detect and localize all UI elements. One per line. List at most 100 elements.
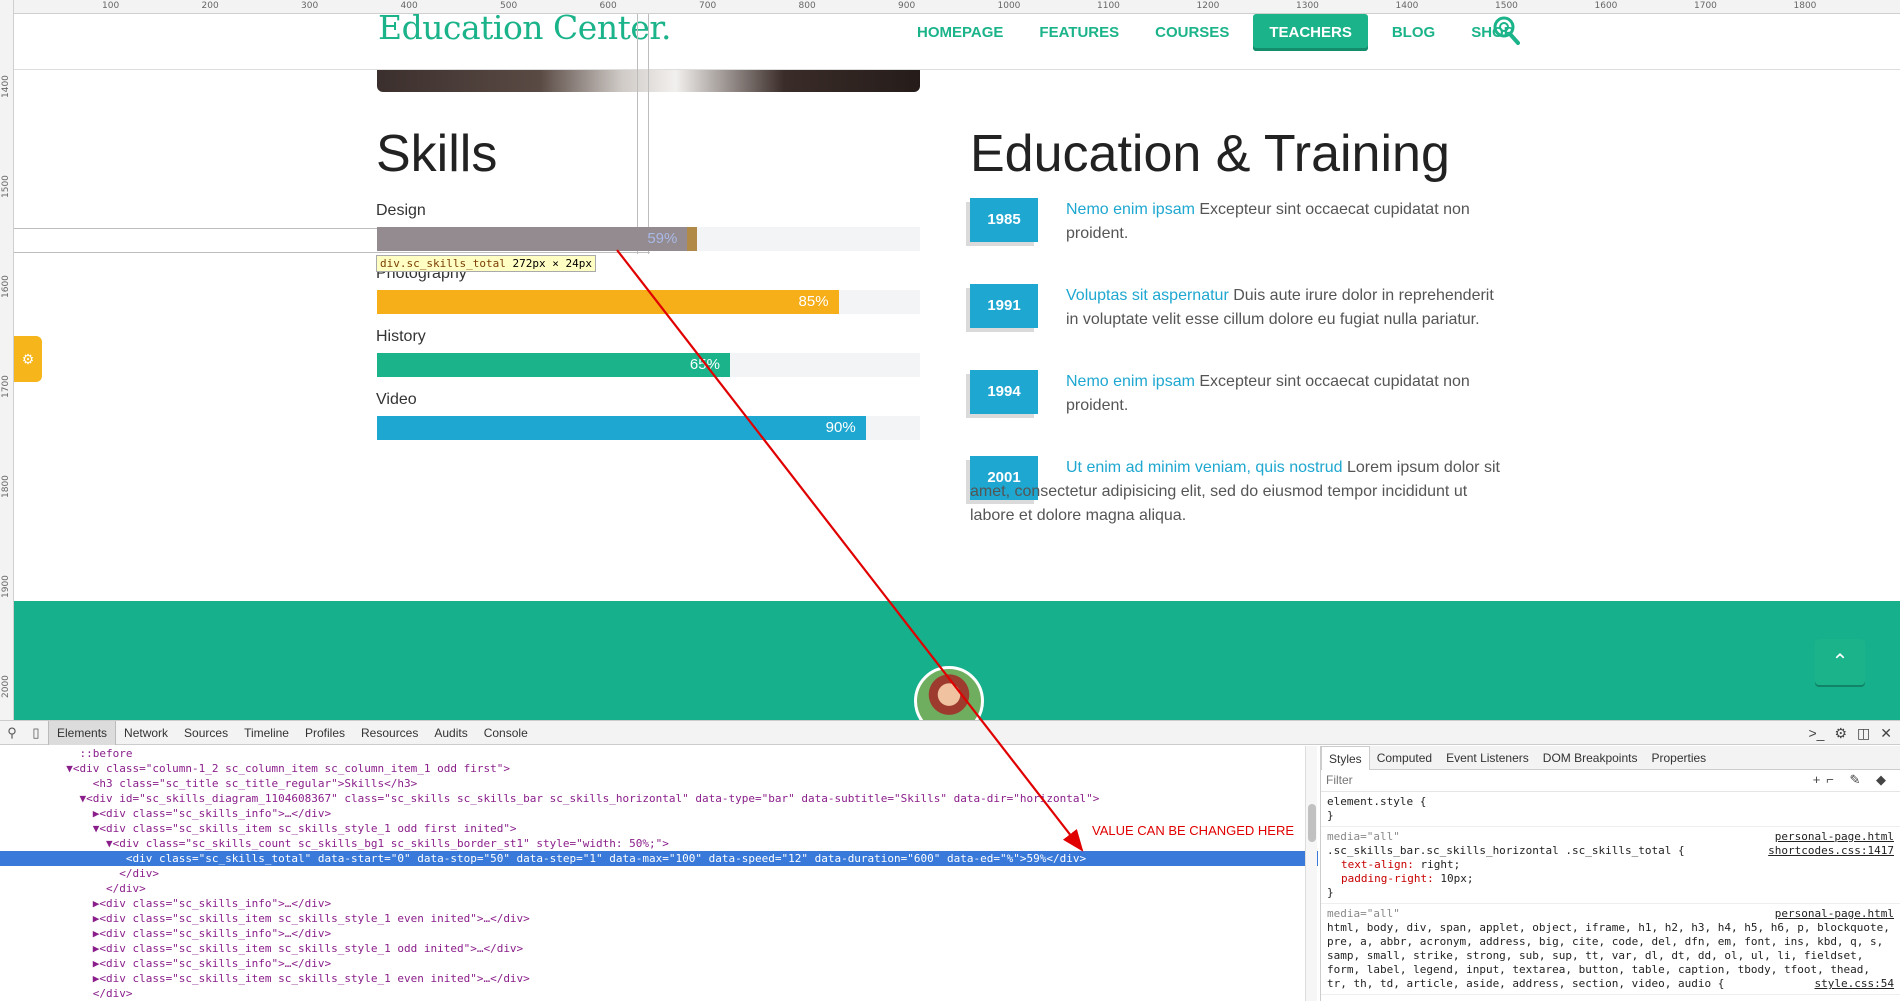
education-item: 1991 Voluptas sit aspernatur Duis aute ir… <box>970 284 1510 364</box>
styles-tab-dom-breakpoints[interactable]: DOM Breakpoints <box>1536 746 1645 770</box>
ruler-tick-label: 1500 <box>1 175 11 198</box>
devtools-tab-console[interactable]: Console <box>476 721 536 745</box>
styles-tab-event-listeners[interactable]: Event Listeners <box>1439 746 1536 770</box>
ruler-tick-label: 1000 <box>997 1 1021 11</box>
ruler-tick-label: 900 <box>898 1 916 11</box>
styles-toolbar-icons[interactable]: +⌐ ✎ ◆ <box>1813 772 1892 788</box>
ruler-tick-label: 700 <box>699 1 717 11</box>
education-link[interactable]: Nemo enim ipsam <box>1066 201 1195 218</box>
dom-node-line[interactable]: ▼<div class="sc_skills_count sc_skills_b… <box>0 836 1318 851</box>
dom-node-line[interactable]: </div> <box>0 986 1318 1001</box>
styles-tab-properties[interactable]: Properties <box>1644 746 1713 770</box>
dom-node-line[interactable]: ▶<div class="sc_skills_item sc_skills_st… <box>0 971 1318 986</box>
search-icon[interactable]: ⚲ <box>0 721 24 745</box>
ruler-tick-label: 500 <box>500 1 518 11</box>
styles-tab-styles[interactable]: Styles <box>1321 745 1370 770</box>
dom-node-line[interactable]: ▶<div class="sc_skills_info">…</div> <box>0 926 1318 941</box>
dom-node-line[interactable]: <h3 class="sc_title sc_title_regular">Sk… <box>0 776 1318 791</box>
ruler-tick-label: 1700 <box>1694 1 1717 11</box>
main-nav: HOMEPAGE FEATURES COURSES TEACHERS BLOG SHOP <box>905 14 1538 51</box>
dom-node-line[interactable]: ▼<div class="column-1_2 sc_column_item s… <box>0 761 1318 776</box>
ruler-tick-label: 1700 <box>1 375 11 398</box>
devtools-tab-sources[interactable]: Sources <box>176 721 236 745</box>
css-property[interactable]: padding-right: 10px; <box>1327 872 1894 886</box>
dom-node-line[interactable]: ▶<div class="sc_skills_item sc_skills_st… <box>0 911 1318 926</box>
dom-node-line[interactable]: ::before <box>0 746 1318 761</box>
gear-icon[interactable]: ⚙ <box>1834 725 1847 742</box>
devtools-tab-network[interactable]: Network <box>116 721 176 745</box>
ruler-tick-label: 1800 <box>1 475 11 498</box>
nav-item-courses[interactable]: COURSES <box>1143 15 1241 50</box>
ruler-tick-label: 1400 <box>1395 1 1419 11</box>
ruler-tick-label: 1600 <box>1 275 11 298</box>
education-link[interactable]: Nemo enim ipsam <box>1066 373 1195 390</box>
dom-node-line[interactable]: </div> <box>0 881 1318 896</box>
ruler-tick-label: 1800 <box>1793 1 1817 11</box>
inspect-guide-line <box>0 252 650 253</box>
devtools-tab-audits[interactable]: Audits <box>426 721 475 745</box>
nav-item-teachers[interactable]: TEACHERS <box>1253 14 1368 51</box>
devtools-tab-profiles[interactable]: Profiles <box>297 721 353 745</box>
education-description: Nemo enim ipsam Excepteur sint occaecat … <box>1066 198 1510 246</box>
css-rule[interactable]: media="all" personal-page.html .sc_skills_… <box>1321 827 1900 904</box>
nav-item-blog[interactable]: BLOG <box>1380 15 1447 50</box>
education-heading: Education & Training <box>970 125 1450 183</box>
css-source-link[interactable]: style.css:54 <box>1815 977 1894 991</box>
skill-bar-fill[interactable]: 59% <box>377 227 698 251</box>
skill-bar-fill[interactable]: 65% <box>377 353 730 377</box>
ruler-tick-label: 2000 <box>1 675 11 698</box>
css-selector: .sc_skills_bar.sc_skills_horizontal .sc_… <box>1327 844 1894 858</box>
chevron-up-icon: ⌃ <box>1831 651 1849 673</box>
css-source-link[interactable]: personal-page.html <box>1775 907 1894 921</box>
devtools-tab-timeline[interactable]: Timeline <box>236 721 297 745</box>
education-link[interactable]: Ut enim ad minim veniam, quis nostrud <box>1066 459 1343 476</box>
devtools-tab-elements[interactable]: Elements <box>48 720 117 745</box>
education-item: 1985 Nemo enim ipsam Excepteur sint occae… <box>970 198 1510 278</box>
year-badge: 1994 <box>970 370 1038 414</box>
css-close-brace: } <box>1327 809 1334 822</box>
skill-label: Video <box>376 391 417 408</box>
close-icon[interactable]: ✕ <box>1880 725 1892 742</box>
dom-node-line[interactable]: ▶<div class="sc_skills_info">…</div> <box>0 896 1318 911</box>
nav-item-features[interactable]: FEATURES <box>1027 15 1131 50</box>
inspect-tooltip: div.sc_skills_total 272px × 24px <box>376 255 596 272</box>
console-drawer-icon[interactable]: >_ <box>1809 725 1825 741</box>
tooltip-selector: div.sc_skills_total <box>380 257 506 270</box>
search-icon[interactable] <box>1490 14 1522 46</box>
css-rule[interactable]: element.style {} <box>1321 792 1900 827</box>
tooltip-size: 272px × 24px <box>512 257 592 270</box>
dock-icon[interactable]: ◫ <box>1857 725 1870 742</box>
devtools-panel: ⚲ ▯ Elements Network Sources Timeline Profil… <box>0 720 1900 1001</box>
dom-node-line[interactable]: ▼<div id="sc_skills_diagram_1104608367" … <box>0 791 1318 806</box>
css-source-link[interactable]: personal-page.html <box>1775 830 1894 844</box>
ruler-tick-label: 1200 <box>1196 1 1220 11</box>
ruler-tick-label: 1400 <box>1 75 11 98</box>
skill-bar-fill[interactable]: 90% <box>377 416 866 440</box>
skill-bar-track: 90% <box>377 416 920 440</box>
ruler-tick-label: 100 <box>102 1 120 11</box>
styles-filter-input[interactable] <box>1326 773 1726 787</box>
device-mode-icon[interactable]: ▯ <box>24 721 48 745</box>
dom-tree[interactable]: ::before ▼<div class="column-1_2 sc_colu… <box>0 746 1318 1001</box>
skill-bar-fill[interactable]: 85% <box>377 290 839 314</box>
css-rule[interactable]: media="all" personal-page.html html, body,… <box>1321 904 1900 995</box>
scrollbar-thumb[interactable] <box>1308 804 1316 842</box>
css-rules: element.style {} media="all" personal-page… <box>1321 792 1900 995</box>
dom-scrollbar[interactable] <box>1305 746 1317 1001</box>
dom-node-line[interactable]: <div class="sc_skills_total" data-start=… <box>0 851 1318 866</box>
scroll-to-top-button[interactable]: ⌃ <box>1815 639 1865 685</box>
nav-item-homepage[interactable]: HOMEPAGE <box>905 15 1015 50</box>
styles-tab-computed[interactable]: Computed <box>1370 746 1439 770</box>
dom-node-line[interactable]: ▶<div class="sc_skills_info">…</div> <box>0 956 1318 971</box>
css-selector: element.style { <box>1327 795 1427 808</box>
ruler-tick-label: 800 <box>798 1 816 11</box>
dom-node-line[interactable]: ▶<div class="sc_skills_item sc_skills_st… <box>0 941 1318 956</box>
css-property[interactable]: text-align: right; <box>1327 858 1894 872</box>
dom-node-line[interactable]: ▶<div class="sc_skills_info">…</div> <box>0 806 1318 821</box>
css-source-link[interactable]: shortcodes.css:1417 <box>1768 844 1894 858</box>
dom-node-line[interactable]: </div> <box>0 866 1318 881</box>
devtools-tab-resources[interactable]: Resources <box>353 721 426 745</box>
ruler-tick-label: 1600 <box>1594 1 1618 11</box>
gear-icon[interactable]: ⚙ <box>14 336 42 382</box>
education-link[interactable]: Voluptas sit aspernatur <box>1066 287 1229 304</box>
